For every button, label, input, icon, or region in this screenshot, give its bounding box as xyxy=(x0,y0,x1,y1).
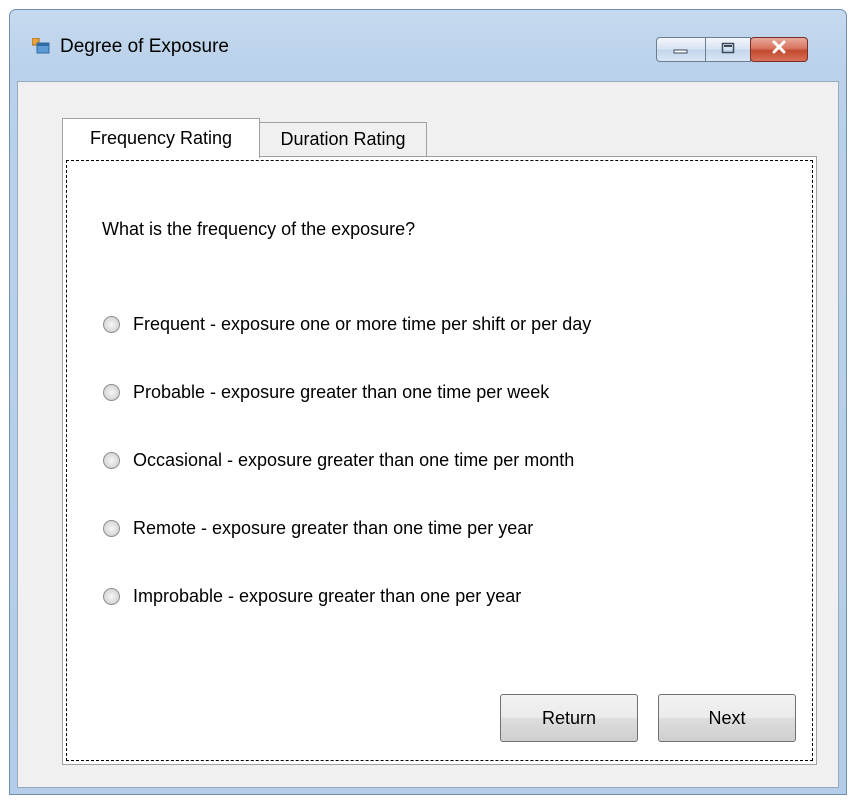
close-button[interactable] xyxy=(750,37,808,62)
radio-button-icon[interactable] xyxy=(103,315,120,333)
minimize-button[interactable] xyxy=(656,37,706,62)
return-button[interactable]: Return xyxy=(500,694,638,742)
close-icon xyxy=(771,40,787,59)
next-button[interactable]: Next xyxy=(658,694,796,742)
radio-option-improbable[interactable]: Improbable - exposure greater than one p… xyxy=(103,583,521,609)
radio-label-remote[interactable]: Remote - exposure greater than one time … xyxy=(133,518,533,539)
radio-button-icon[interactable] xyxy=(103,383,120,401)
minimize-icon xyxy=(673,41,689,59)
radio-label-frequent[interactable]: Frequent - exposure one or more time per… xyxy=(133,314,591,335)
frequency-tab-panel: What is the frequency of the exposure? F… xyxy=(62,156,817,765)
window-title: Degree of Exposure xyxy=(60,36,229,57)
title-bar[interactable]: Degree of Exposure xyxy=(10,10,846,82)
maximize-icon xyxy=(721,41,735,59)
form-window-icon xyxy=(31,37,50,54)
radio-button-icon[interactable] xyxy=(103,587,120,605)
radio-option-frequent[interactable]: Frequent - exposure one or more time per… xyxy=(103,311,591,337)
radio-option-occasional[interactable]: Occasional - exposure greater than one t… xyxy=(103,447,574,473)
tab-duration-rating[interactable]: Duration Rating xyxy=(259,122,427,156)
app-window: Degree of Exposure Frequency Rating Dura… xyxy=(9,9,847,795)
radio-option-probable[interactable]: Probable - exposure greater than one tim… xyxy=(103,379,549,405)
radio-button-icon[interactable] xyxy=(103,451,120,469)
radio-button-icon[interactable] xyxy=(103,519,120,537)
radio-label-probable[interactable]: Probable - exposure greater than one tim… xyxy=(133,382,549,403)
form-client-area: Frequency Rating Duration Rating What is… xyxy=(17,81,839,788)
radio-option-remote[interactable]: Remote - exposure greater than one time … xyxy=(103,515,533,541)
tab-frequency-rating[interactable]: Frequency Rating xyxy=(62,118,260,158)
radio-label-occasional[interactable]: Occasional - exposure greater than one t… xyxy=(133,450,574,471)
frequency-question: What is the frequency of the exposure? xyxy=(102,219,416,239)
maximize-button[interactable] xyxy=(705,37,751,62)
radio-label-improbable[interactable]: Improbable - exposure greater than one p… xyxy=(133,586,521,607)
